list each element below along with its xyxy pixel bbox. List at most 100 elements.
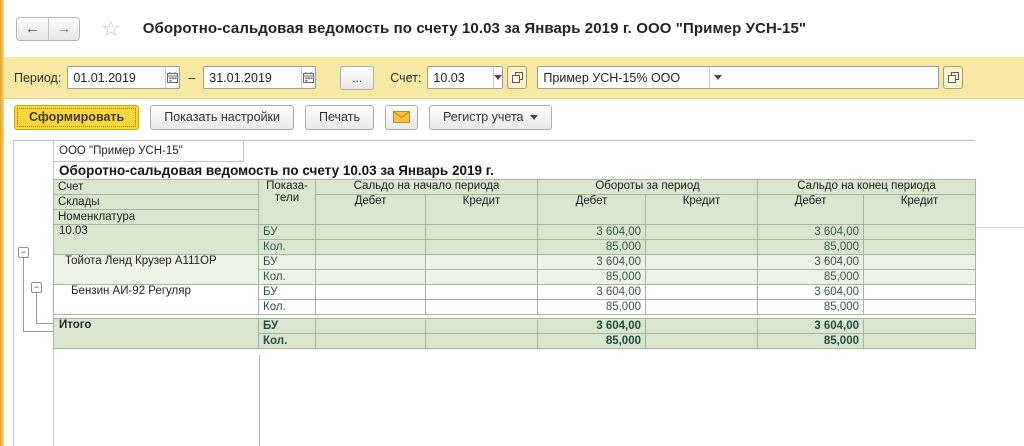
indicator-cell: БУ (259, 255, 316, 270)
forward-arrow-icon: → (57, 20, 72, 37)
value-cell (864, 240, 976, 255)
header-account: Счет (54, 180, 259, 195)
table-row: Бензин АИ-92 Регуляр БУ 3 604,00 3 604,0… (54, 285, 976, 300)
value-cell (316, 334, 426, 349)
indicator-cell: Кол. (259, 240, 316, 255)
period-from-input[interactable] (68, 67, 165, 88)
group-tree-line (36, 293, 37, 323)
value-cell (426, 240, 538, 255)
value-cell (864, 270, 976, 285)
value-cell (316, 225, 426, 240)
chevron-down-icon (530, 115, 538, 120)
account-field (427, 66, 503, 89)
header-warehouses: Склады (54, 195, 259, 210)
indicator-cell: Кол. (259, 300, 316, 315)
page-title: Оборотно-сальдовая ведомость по счету 10… (143, 20, 806, 37)
report-area: ООО "Пример УСН-15" Оборотно-сальдовая в… (4, 135, 1024, 446)
generate-button[interactable]: Сформировать (14, 105, 139, 130)
value-cell (646, 225, 758, 240)
value-cell (316, 270, 426, 285)
value-cell: 3 604,00 (538, 255, 646, 270)
organization-field (537, 66, 939, 89)
accounting-register-button[interactable]: Регистр учета (429, 105, 552, 130)
filter-bar: Период: – ... Счет: (4, 57, 1024, 99)
organization-dropdown-button[interactable] (709, 67, 726, 88)
nomenclature-cell[interactable]: Бензин АИ-92 Регуляр (54, 285, 259, 315)
back-arrow-icon: ← (25, 20, 40, 37)
period-label: Период: (14, 71, 61, 85)
value-cell: 85,000 (758, 240, 864, 255)
collapse-group-button[interactable]: − (18, 247, 29, 258)
indicator-cell: БУ (259, 319, 316, 334)
table-row: Тойота Ленд Крузер А111ОР БУ 3 604,00 3 … (54, 255, 976, 270)
organization-input[interactable] (538, 67, 709, 88)
header-nomenclature: Номенклатура (54, 210, 259, 225)
value-cell (426, 285, 538, 300)
period-to-calendar-button[interactable] (301, 67, 315, 88)
indicator-cell: Кол. (259, 334, 316, 349)
org-name-cell: ООО "Пример УСН-15" (53, 140, 244, 162)
header-debit: Дебет (758, 195, 864, 225)
header-credit: Кредит (646, 195, 758, 225)
value-cell (316, 255, 426, 270)
account-cell[interactable]: 10.03 (54, 225, 259, 255)
value-cell (426, 319, 538, 334)
show-settings-button[interactable]: Показать настройки (150, 105, 294, 130)
back-button[interactable]: ← (17, 18, 48, 40)
value-cell (646, 334, 758, 349)
header-opening-balance: Сальдо на начало периода (316, 180, 538, 195)
nav-button-group: ← → (16, 17, 80, 41)
value-cell (316, 240, 426, 255)
value-cell: 3 604,00 (758, 285, 864, 300)
header-credit: Кредит (864, 195, 976, 225)
value-cell (864, 285, 976, 300)
period-to-input[interactable] (204, 67, 301, 88)
column-line-extension (259, 355, 260, 446)
organization-open-button[interactable] (943, 66, 963, 89)
period-options-button[interactable]: ... (340, 66, 374, 90)
header-debit: Дебет (538, 195, 646, 225)
value-cell: 85,000 (758, 300, 864, 315)
warehouse-cell[interactable]: Тойота Ленд Крузер А111ОР (54, 255, 259, 285)
envelope-icon (393, 111, 410, 123)
value-cell (316, 300, 426, 315)
grid-left-line (13, 140, 14, 446)
collapse-group-button[interactable]: − (31, 282, 42, 293)
value-cell: 3 604,00 (538, 225, 646, 240)
period-from-calendar-button[interactable] (165, 67, 179, 88)
group-tree-line (23, 258, 24, 331)
value-cell: 85,000 (538, 300, 646, 315)
period-from-field (67, 66, 180, 89)
send-email-button[interactable] (385, 105, 418, 130)
indicator-cell: БУ (259, 285, 316, 300)
value-cell (646, 240, 758, 255)
header-turnover: Обороты за период (538, 180, 758, 195)
report-org-row: ООО "Пример УСН-15" (53, 140, 975, 162)
forward-button[interactable]: → (48, 18, 79, 40)
total-row: Итого БУ 3 604,00 3 604,00 (54, 319, 976, 334)
open-window-icon (512, 72, 523, 83)
favorite-star-icon[interactable]: ☆ (101, 18, 121, 40)
value-cell: 85,000 (538, 240, 646, 255)
value-cell (864, 300, 976, 315)
print-button[interactable]: Печать (305, 105, 374, 130)
report-table: Счет Показа-тели Сальдо на начало период… (53, 179, 976, 349)
value-cell (426, 300, 538, 315)
value-cell (426, 334, 538, 349)
value-cell: 3 604,00 (758, 319, 864, 334)
total-label-cell: Итого (54, 319, 259, 349)
account-dropdown-button[interactable] (493, 67, 502, 88)
value-cell (646, 255, 758, 270)
account-input[interactable] (428, 67, 493, 88)
indicator-cell: БУ (259, 225, 316, 240)
value-cell: 85,000 (538, 270, 646, 285)
indicator-cell: Кол. (259, 270, 316, 285)
account-open-button[interactable] (507, 66, 527, 89)
account-label: Счет: (390, 71, 421, 85)
group-tree-line (36, 323, 53, 324)
chevron-down-icon (714, 75, 722, 80)
value-cell (646, 270, 758, 285)
value-cell (864, 255, 976, 270)
value-cell (316, 319, 426, 334)
value-cell (646, 285, 758, 300)
